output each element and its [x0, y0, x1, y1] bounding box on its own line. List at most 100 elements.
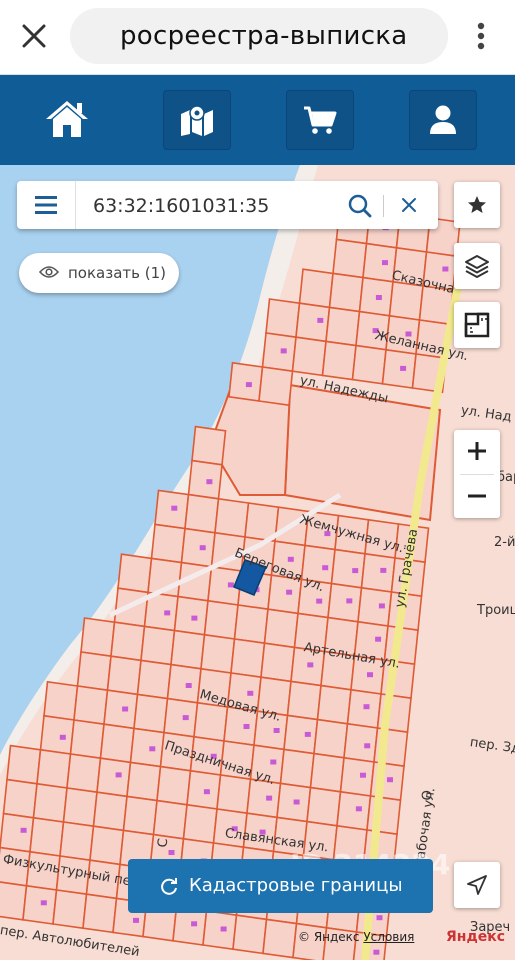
land-parcel[interactable] — [332, 238, 368, 279]
land-parcel[interactable] — [73, 685, 109, 726]
land-parcel[interactable] — [126, 761, 162, 802]
land-parcel[interactable] — [291, 336, 327, 377]
land-parcel[interactable] — [360, 552, 396, 593]
land-parcel[interactable] — [59, 821, 95, 862]
land-parcel[interactable] — [230, 638, 266, 679]
land-parcel[interactable] — [0, 812, 35, 853]
land-parcel[interactable] — [52, 889, 88, 930]
measure-button[interactable] — [454, 302, 500, 348]
map-button[interactable] — [163, 90, 231, 150]
favorites-button[interactable] — [454, 182, 500, 228]
land-parcel[interactable] — [309, 752, 345, 793]
land-parcel[interactable] — [89, 825, 125, 866]
land-parcel[interactable] — [283, 714, 319, 755]
land-parcel[interactable] — [0, 881, 28, 921]
land-parcel[interactable] — [106, 655, 142, 696]
land-parcel[interactable] — [216, 774, 252, 815]
cadastral-number-input[interactable] — [91, 189, 345, 223]
land-parcel[interactable] — [32, 782, 68, 823]
land-parcel[interactable] — [286, 680, 322, 721]
land-parcel[interactable] — [260, 642, 296, 683]
land-parcel[interactable] — [351, 344, 387, 385]
land-parcel[interactable] — [328, 272, 364, 313]
land-parcel[interactable] — [39, 714, 75, 755]
close-icon[interactable] — [399, 195, 419, 215]
close-icon[interactable] — [18, 20, 50, 52]
cart-button[interactable] — [286, 90, 354, 150]
land-parcel[interactable] — [325, 306, 361, 347]
land-parcel[interactable] — [202, 910, 238, 951]
land-parcel[interactable] — [279, 748, 315, 789]
land-parcel[interactable] — [62, 787, 98, 828]
land-parcel[interactable] — [327, 582, 363, 623]
land-parcel[interactable] — [330, 548, 366, 589]
land-parcel[interactable] — [66, 753, 102, 794]
terms-link[interactable]: Условия — [363, 930, 414, 944]
profile-button[interactable] — [409, 90, 477, 150]
land-parcel[interactable] — [82, 893, 118, 934]
land-parcel[interactable] — [22, 884, 58, 925]
land-parcel[interactable] — [265, 298, 301, 339]
land-parcel[interactable] — [214, 497, 250, 538]
land-parcel[interactable] — [170, 629, 206, 670]
land-parcel[interactable] — [200, 633, 236, 674]
land-parcel[interactable] — [150, 523, 186, 564]
land-parcel[interactable] — [366, 795, 402, 836]
search-icon[interactable] — [347, 193, 373, 219]
land-parcel[interactable] — [76, 651, 112, 692]
land-parcel[interactable] — [191, 425, 227, 466]
land-parcel[interactable] — [43, 680, 79, 721]
land-parcel[interactable] — [110, 621, 146, 662]
land-parcel[interactable] — [313, 718, 349, 759]
zoom-out-button[interactable] — [454, 475, 500, 518]
land-parcel[interactable] — [203, 599, 239, 640]
land-parcel[interactable] — [316, 684, 352, 725]
land-parcel[interactable] — [357, 586, 393, 627]
land-parcel[interactable] — [99, 723, 135, 764]
land-parcel[interactable] — [29, 816, 65, 857]
land-parcel[interactable] — [336, 790, 372, 831]
land-parcel[interactable] — [339, 756, 375, 797]
land-parcel[interactable] — [232, 914, 268, 955]
land-parcel[interactable] — [2, 778, 38, 819]
home-button[interactable] — [34, 90, 100, 148]
land-parcel[interactable] — [80, 617, 116, 658]
land-parcel[interactable] — [173, 595, 209, 636]
land-parcel[interactable] — [261, 332, 297, 373]
layers-button[interactable] — [454, 243, 500, 289]
land-parcel[interactable] — [103, 689, 139, 730]
land-parcel[interactable] — [180, 527, 216, 568]
land-parcel[interactable] — [6, 744, 42, 785]
land-parcel[interactable] — [295, 302, 331, 343]
geolocation-button[interactable] — [454, 862, 500, 908]
land-parcel[interactable] — [69, 719, 105, 760]
land-parcel[interactable] — [343, 722, 379, 763]
land-parcel[interactable] — [321, 340, 357, 381]
land-parcel[interactable] — [152, 799, 188, 840]
address-bar[interactable]: росреестра-выписка — [70, 8, 448, 64]
land-parcel[interactable] — [136, 659, 172, 700]
land-parcel[interactable] — [140, 625, 176, 666]
land-parcel[interactable] — [228, 361, 264, 402]
land-parcel[interactable] — [133, 693, 169, 734]
land-parcel[interactable] — [163, 697, 199, 738]
land-parcel[interactable] — [122, 795, 158, 836]
land-parcel[interactable] — [36, 748, 72, 789]
land-parcel[interactable] — [182, 803, 218, 844]
land-parcel[interactable] — [258, 366, 294, 407]
land-parcel[interactable] — [262, 918, 298, 959]
zoom-in-button[interactable] — [454, 430, 500, 473]
land-parcel[interactable] — [166, 663, 202, 704]
land-parcel[interactable] — [263, 608, 299, 649]
land-parcel[interactable] — [381, 348, 417, 389]
cadastral-borders-button[interactable]: Кадастровые границы — [128, 859, 433, 913]
land-parcel[interactable] — [156, 765, 192, 806]
land-parcel[interactable] — [96, 757, 132, 798]
land-parcel[interactable] — [129, 727, 165, 768]
more-vert-icon[interactable] — [466, 18, 496, 54]
menu-icon[interactable] — [33, 193, 61, 217]
land-parcel[interactable] — [184, 493, 220, 534]
land-parcel[interactable] — [92, 791, 128, 832]
land-parcel[interactable] — [306, 786, 342, 827]
land-parcel[interactable] — [298, 268, 334, 309]
